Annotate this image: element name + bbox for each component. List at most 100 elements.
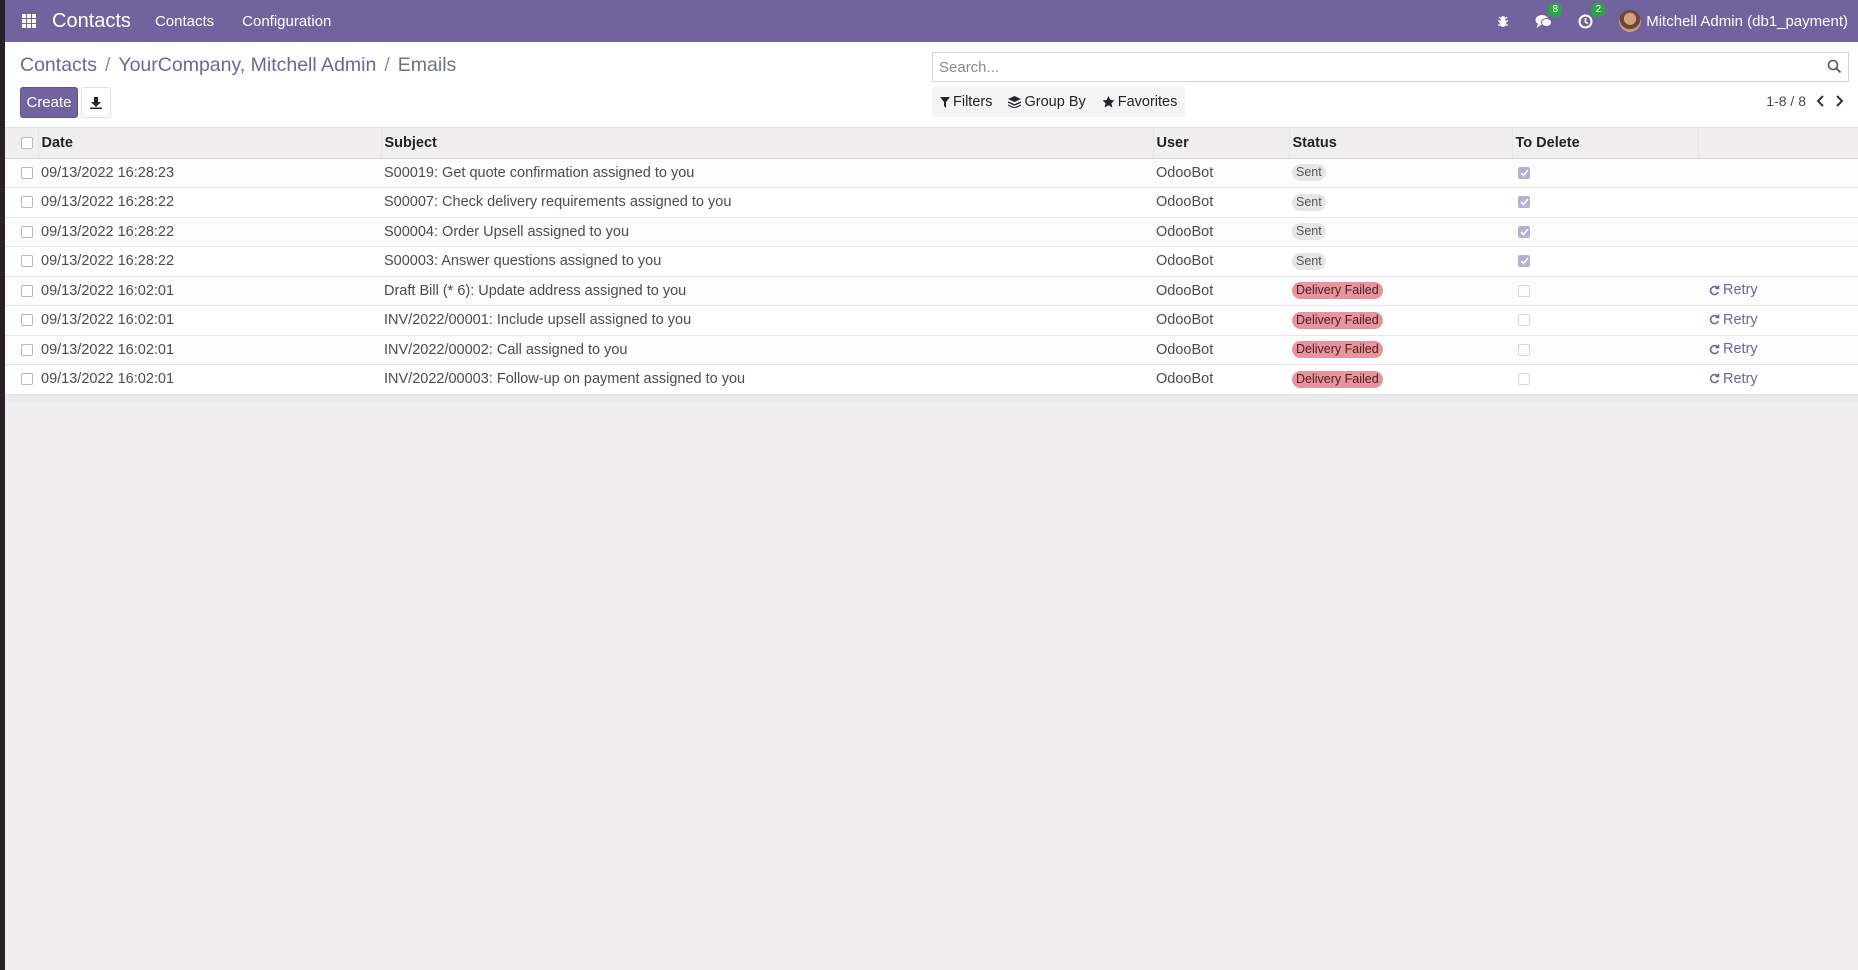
table-row[interactable]: 09/13/2022 16:02:01 Draft Bill (* 6): Upd…	[5, 276, 1858, 306]
cell-status[interactable]: Delivery Failed	[1289, 364, 1512, 395]
table-row[interactable]: 09/13/2022 16:28:23 S00019: Get quote con…	[5, 158, 1858, 188]
messages-count-badge: 8	[1548, 3, 1563, 17]
pager-next-button[interactable]	[1835, 95, 1844, 107]
cell-date[interactable]: 09/13/2022 16:02:01	[38, 335, 381, 365]
cell-subject[interactable]: S00019: Get quote confirmation assigned …	[381, 158, 1153, 188]
user-menu[interactable]: Mitchell Admin (db1_payment)	[1619, 10, 1848, 32]
debug-bug-icon[interactable]	[1497, 11, 1509, 31]
retry-button[interactable]: Retry	[1709, 312, 1758, 328]
activity-clock-icon[interactable]: 2	[1578, 3, 1606, 31]
column-header-user[interactable]: User	[1152, 128, 1289, 159]
row-checkbox[interactable]	[21, 196, 33, 209]
search-input[interactable]	[933, 53, 1813, 81]
cell-subject[interactable]: Draft Bill (* 6): Update address assigne…	[381, 276, 1153, 306]
cell-user[interactable]: OdooBot	[1153, 364, 1289, 395]
cell-subject[interactable]: S00003: Answer questions assigned to you	[381, 246, 1153, 277]
column-header-subject[interactable]: Subject	[380, 128, 1153, 159]
cell-status[interactable]: Sent	[1289, 158, 1512, 188]
retry-button[interactable]: Retry	[1709, 282, 1758, 298]
cell-date[interactable]: 09/13/2022 16:28:22	[38, 187, 381, 218]
cell-status[interactable]: Delivery Failed	[1289, 335, 1512, 365]
breadcrumb-record[interactable]: YourCompany, Mitchell Admin	[118, 54, 376, 77]
status-badge: Delivery Failed	[1292, 282, 1383, 300]
cell-user[interactable]: OdooBot	[1153, 217, 1289, 247]
to-delete-checkbox	[1518, 343, 1530, 356]
cell-subject[interactable]: INV/2022/00001: Include upsell assigned …	[381, 305, 1153, 336]
to-delete-checkbox	[1518, 284, 1530, 297]
control-panel: Contacts / YourCompany, Mitchell Admin /…	[5, 42, 1858, 128]
table-row[interactable]: 09/13/2022 16:02:01 INV/2022/00003: Follo…	[5, 364, 1858, 395]
export-download-button[interactable]	[81, 87, 111, 118]
cell-status[interactable]: Delivery Failed	[1289, 276, 1512, 306]
cell-actions	[1698, 158, 1858, 188]
retry-label: Retry	[1723, 341, 1758, 357]
cell-subject[interactable]: S00004: Order Upsell assigned to you	[381, 217, 1153, 247]
pager-previous-button[interactable]	[1816, 95, 1825, 107]
user-name: Mitchell Admin (db1_payment)	[1646, 12, 1848, 30]
row-checkbox[interactable]	[21, 314, 33, 327]
cell-date[interactable]: 09/13/2022 16:28:23	[38, 158, 381, 188]
table-row[interactable]: 09/13/2022 16:02:01 INV/2022/00001: Inclu…	[5, 305, 1858, 336]
breadcrumb: Contacts / YourCompany, Mitchell Admin /…	[20, 54, 456, 77]
row-checkbox[interactable]	[21, 343, 33, 356]
row-checkbox[interactable]	[21, 225, 33, 238]
cell-status[interactable]: Sent	[1289, 217, 1512, 247]
cell-actions: Retry	[1698, 305, 1858, 336]
row-select-cell	[5, 187, 38, 218]
to-delete-checkbox-checked	[1518, 196, 1530, 209]
table-row[interactable]: 09/13/2022 16:28:22 S00003: Answer questi…	[5, 246, 1858, 277]
retry-button[interactable]: Retry	[1709, 371, 1758, 387]
column-header-date[interactable]: Date	[37, 128, 381, 159]
table-row[interactable]: 09/13/2022 16:02:01 INV/2022/00002: Call …	[5, 335, 1858, 365]
chevron-right-icon	[1836, 95, 1844, 107]
cell-user[interactable]: OdooBot	[1153, 246, 1289, 277]
retry-button[interactable]: Retry	[1709, 341, 1758, 357]
cell-actions	[1698, 217, 1858, 247]
nav-menu-configuration[interactable]: Configuration	[242, 13, 331, 30]
cell-user[interactable]: OdooBot	[1153, 335, 1289, 365]
table-row[interactable]: 09/13/2022 16:28:22 S00004: Order Upsell …	[5, 217, 1858, 247]
table-row[interactable]: 09/13/2022 16:28:22 S00007: Check deliver…	[5, 187, 1858, 218]
group-by-button[interactable]: Group By	[1008, 94, 1086, 110]
row-checkbox[interactable]	[21, 255, 33, 268]
cell-date[interactable]: 09/13/2022 16:02:01	[38, 364, 381, 395]
cell-subject[interactable]: S00007: Check delivery requirements assi…	[381, 187, 1153, 218]
cell-actions	[1698, 246, 1858, 277]
column-header-to-delete[interactable]: To Delete	[1511, 128, 1698, 159]
to-delete-checkbox	[1518, 314, 1530, 327]
select-all-checkbox[interactable]	[21, 136, 33, 149]
filters-button[interactable]: Filters	[940, 94, 992, 110]
cell-subject[interactable]: INV/2022/00002: Call assigned to you	[381, 335, 1153, 365]
cell-status[interactable]: Delivery Failed	[1289, 305, 1512, 336]
cell-status[interactable]: Sent	[1289, 187, 1512, 218]
nav-menu-contacts[interactable]: Contacts	[155, 13, 214, 30]
breadcrumb-separator: /	[104, 54, 111, 76]
cell-user[interactable]: OdooBot	[1153, 187, 1289, 218]
create-button[interactable]: Create	[20, 87, 78, 118]
cell-user[interactable]: OdooBot	[1153, 158, 1289, 188]
breadcrumb-contacts[interactable]: Contacts	[20, 54, 97, 77]
cell-date[interactable]: 09/13/2022 16:02:01	[38, 276, 381, 306]
cell-user[interactable]: OdooBot	[1153, 276, 1289, 306]
activities-count-badge: 2	[1591, 3, 1606, 17]
row-checkbox[interactable]	[21, 284, 33, 297]
app-brand-name[interactable]: Contacts	[52, 10, 131, 33]
cell-user[interactable]: OdooBot	[1153, 305, 1289, 336]
column-header-status[interactable]: Status	[1288, 128, 1512, 159]
messaging-chat-icon[interactable]: 8	[1535, 3, 1563, 31]
row-checkbox[interactable]	[21, 166, 33, 179]
cell-date[interactable]: 09/13/2022 16:28:22	[38, 217, 381, 247]
pager-value[interactable]: 1-8 / 8	[1766, 93, 1806, 109]
breadcrumb-separator: /	[384, 54, 390, 76]
cell-date[interactable]: 09/13/2022 16:28:22	[38, 246, 381, 277]
cell-subject[interactable]: INV/2022/00003: Follow-up on payment ass…	[381, 364, 1153, 395]
cell-to-delete	[1512, 158, 1698, 188]
row-checkbox[interactable]	[21, 373, 33, 386]
row-select-cell	[5, 276, 38, 306]
cell-status[interactable]: Sent	[1289, 246, 1512, 277]
app-menu-grid-icon[interactable]	[22, 14, 36, 28]
list-footer	[5, 394, 1858, 402]
favorites-button[interactable]: Favorites	[1102, 94, 1177, 110]
cell-date[interactable]: 09/13/2022 16:02:01	[38, 305, 381, 336]
search-icon[interactable]	[1827, 59, 1842, 79]
